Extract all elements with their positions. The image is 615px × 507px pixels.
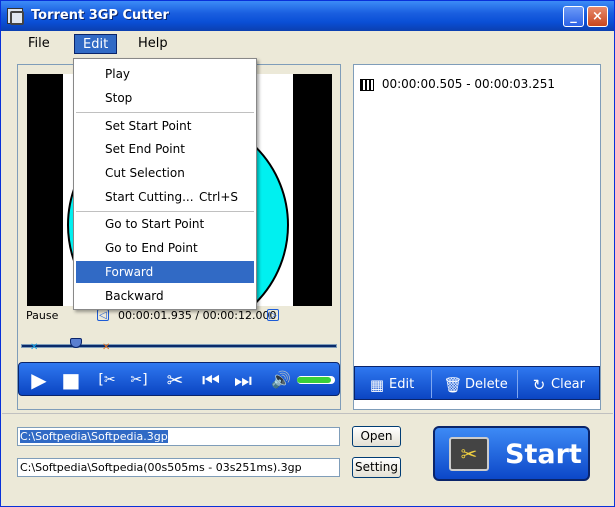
list-item[interactable]: 00:00:00.505 - 00:00:03.251 <box>360 77 555 91</box>
menu-item-stop[interactable]: Stop <box>76 87 254 109</box>
segment-toolbar: ▦ Edit 🗑 Delete ↻ Clear <box>354 366 600 400</box>
menu-item-forward[interactable]: Forward <box>76 261 254 283</box>
minimize-button[interactable]: _ <box>563 6 584 27</box>
start-button[interactable]: ✂ Start <box>433 426 590 481</box>
segment-label: 00:00:00.505 - 00:00:03.251 <box>381 77 556 91</box>
stop-icon[interactable]: ■ <box>57 367 85 393</box>
clear-segments-button[interactable]: ↻ Clear <box>529 374 585 396</box>
player-state: Pause <box>26 309 59 322</box>
segment-list[interactable]: 00:00:00.505 - 00:00:03.251 <box>354 65 600 365</box>
menu-item-start-cutting[interactable]: Start Cutting... Ctrl+S <box>76 186 254 208</box>
menu-item-go-to-end-point[interactable]: Go to End Point <box>76 237 254 259</box>
menu-item-set-end-point[interactable]: Set End Point <box>76 138 254 160</box>
menu-file[interactable]: File <box>20 34 58 54</box>
trash-icon: 🗑 <box>443 375 463 394</box>
menu-item-cut-selection[interactable]: Cut Selection <box>76 162 254 184</box>
title-bar[interactable]: Torrent 3GP Cutter _ × <box>1 1 614 31</box>
film-icon <box>360 78 374 91</box>
volume-level <box>297 377 332 383</box>
start-marker-icon: ✕ <box>30 342 39 353</box>
go-to-start-icon[interactable]: ⏮ <box>197 367 225 393</box>
menu-item-go-to-start-point[interactable]: Go to Start Point <box>76 213 254 235</box>
close-button[interactable]: × <box>587 6 608 27</box>
scissors-film-icon: ✂ <box>449 437 489 471</box>
app-icon <box>7 8 24 25</box>
film-edit-icon: ▦ <box>369 375 385 394</box>
edit-segment-button[interactable]: ▦ Edit <box>367 374 414 396</box>
prev-frame-icon[interactable]: ◁ <box>97 309 109 321</box>
volume-slider[interactable] <box>297 376 335 384</box>
window-title: Torrent 3GP Cutter <box>31 8 169 23</box>
set-start-icon[interactable]: [✂ <box>93 367 121 393</box>
player-controls: ▶ ■ [✂ ✂] ✂ ⏮ ⏭ 🔊 <box>18 362 340 396</box>
menu-help[interactable]: Help <box>130 34 176 54</box>
menu-item-backward[interactable]: Backward <box>76 285 254 307</box>
open-button[interactable]: Open <box>352 426 401 447</box>
slider-thumb[interactable] <box>69 338 82 348</box>
menu-bar: File Edit Help <box>2 31 613 57</box>
cut-icon[interactable]: ✂ <box>161 367 189 393</box>
menu-item-set-start-point[interactable]: Set Start Point <box>76 115 254 137</box>
shortcut-label: Ctrl+S <box>199 190 239 204</box>
edit-menu-dropdown: Play Stop Set Start Point Set End Point … <box>73 58 257 310</box>
volume-icon[interactable]: 🔊 <box>267 367 295 393</box>
time-display: 00:00:01.935 / 00:00:12.000 <box>118 309 277 322</box>
setting-button[interactable]: Setting <box>352 457 401 478</box>
play-icon[interactable]: ▶ <box>25 367 53 393</box>
start-label: Start <box>505 439 582 470</box>
input-path-field[interactable]: C:\Softpedia\Softpedia.3gp <box>17 427 340 446</box>
menu-item-play[interactable]: Play <box>76 63 254 85</box>
end-marker-icon: ✕ <box>102 342 111 353</box>
menu-edit[interactable]: Edit <box>74 34 118 54</box>
refresh-icon: ↻ <box>532 375 546 394</box>
slider-track[interactable] <box>21 344 337 348</box>
segments-panel: 00:00:00.505 - 00:00:03.251 ▦ Edit 🗑 Delet… <box>353 64 601 410</box>
position-slider[interactable]: ✕ ✕ <box>18 338 341 354</box>
file-panel: C:\Softpedia\Softpedia.3gp C:\Softpedia\… <box>2 413 613 506</box>
next-frame-icon[interactable]: ▷ <box>267 309 279 321</box>
set-end-icon[interactable]: ✂] <box>125 367 153 393</box>
output-path-field[interactable]: C:\Softpedia\Softpedia(00s505ms - 03s251… <box>17 458 340 477</box>
delete-segment-button[interactable]: 🗑 Delete <box>443 374 507 396</box>
go-to-end-icon[interactable]: ⏭ <box>229 367 257 393</box>
main-window: Torrent 3GP Cutter _ × File Edit Help Pa… <box>0 0 615 507</box>
